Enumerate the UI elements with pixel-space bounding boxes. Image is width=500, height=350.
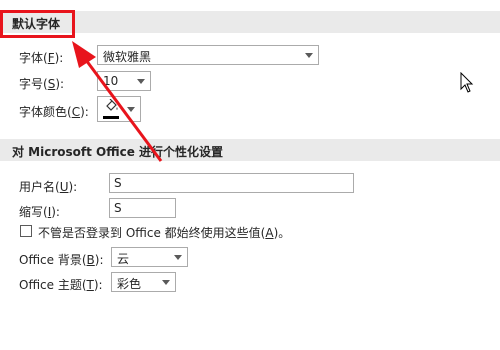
font-dropdown-value: 微软雅黑 [103,50,152,64]
initials-field[interactable]: S [109,198,176,218]
font-color-picker[interactable] [97,96,141,122]
chevron-down-icon [174,255,182,260]
initials-field-value: S [114,201,122,215]
size-dropdown[interactable]: 10 [97,71,151,91]
office-background-dropdown[interactable]: 云 [111,247,188,267]
mouse-cursor-icon [460,71,474,97]
font-color-swatch [103,116,119,119]
office-background-label: Office 背景(B): [19,253,104,267]
office-theme-dropdown[interactable]: 彩色 [111,272,176,292]
annotation-highlight-box [0,10,75,38]
chevron-down-icon [137,79,145,84]
always-use-label: 不管是否登录到 Office 都始终使用这些值(A)。 [38,226,291,240]
chevron-down-icon [305,53,313,58]
office-theme-label: Office 主题(T): [19,278,103,292]
initials-label: 缩写(I): [19,205,60,219]
office-theme-value: 彩色 [117,277,142,291]
chevron-down-icon [127,107,135,112]
paint-bucket-icon [104,98,120,116]
size-label: 字号(S): [19,77,65,91]
always-use-checkbox[interactable] [20,225,32,237]
personalize-header: 对 Microsoft Office 进行个性化设置 [0,139,500,161]
font-color-label: 字体颜色(C): [19,105,89,119]
size-dropdown-value: 10 [103,74,119,88]
font-label: 字体(F): [19,51,64,65]
username-field[interactable]: S [109,173,354,193]
username-label: 用户名(U): [19,180,78,194]
office-background-value: 云 [117,252,130,266]
chevron-down-icon [162,280,170,285]
default-font-header: 默认字体 [0,11,500,33]
personalize-title: 对 Microsoft Office 进行个性化设置 [12,145,224,159]
username-field-value: S [114,176,122,190]
font-dropdown[interactable]: 微软雅黑 [97,45,319,65]
